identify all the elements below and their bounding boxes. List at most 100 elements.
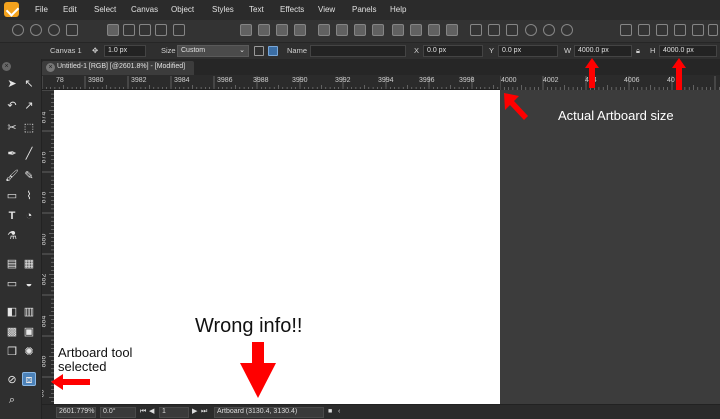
align-left-icon[interactable] (240, 24, 252, 36)
pattern-tool-icon[interactable]: ▩ (5, 325, 19, 339)
boolean-exclude-icon[interactable] (372, 24, 384, 36)
eyedropper-tool-icon[interactable]: ⚗ (5, 229, 19, 243)
group-icon[interactable] (155, 24, 167, 36)
boolean-intersect-icon[interactable] (354, 24, 366, 36)
zoom-in-icon[interactable] (48, 24, 60, 36)
lasso-tool-icon[interactable]: ↶ (5, 99, 19, 113)
app-logo-icon[interactable] (4, 2, 19, 17)
first-page-icon[interactable]: ⏮ (140, 407, 148, 417)
pen-tool-icon[interactable]: ✒ (5, 147, 19, 161)
arrange-front-icon[interactable] (428, 24, 440, 36)
lock-icon[interactable]: 🔒︎ (636, 46, 640, 56)
artboard-name-input[interactable] (310, 45, 406, 57)
stroke-width-field[interactable]: 1.0 px (104, 45, 146, 57)
text-path-tool-icon[interactable]: ◔ (22, 209, 36, 223)
snapping-icon[interactable] (525, 24, 537, 36)
stamp-tool-icon[interactable]: ▣ (22, 325, 36, 339)
width-field[interactable]: 4000.0 px (574, 45, 632, 57)
arrange-back-icon[interactable] (446, 24, 458, 36)
pencil-tool-icon[interactable]: ✎ (22, 169, 36, 183)
add-icon[interactable] (173, 24, 185, 36)
portrait-icon[interactable] (254, 46, 264, 56)
distribute-icon[interactable] (470, 24, 482, 36)
flip-icon[interactable] (107, 24, 119, 36)
align-top-icon[interactable] (294, 24, 306, 36)
lock-status-icon[interactable]: ■ (328, 407, 336, 417)
line-tool-icon[interactable]: ╱ (22, 147, 36, 161)
grid-icon[interactable] (66, 24, 78, 36)
slice-tool-icon[interactable]: ⊘ (5, 373, 19, 387)
selection-info-field[interactable]: Artboard (3130.4, 3130.4) (214, 407, 324, 418)
menu-help[interactable]: Help (390, 5, 406, 14)
zoom-tool-icon[interactable]: ⌕ (5, 393, 19, 407)
boolean-subtract-icon[interactable] (336, 24, 348, 36)
arrange-forward-icon[interactable] (392, 24, 404, 36)
size-label: Size (161, 46, 176, 55)
subselect-tool-icon[interactable]: ↖ (22, 77, 36, 91)
liquify-tool-icon[interactable]: ◒ (22, 277, 36, 291)
artboard-link-icon[interactable] (268, 46, 278, 56)
document-icon[interactable] (139, 24, 151, 36)
library-icon[interactable] (692, 24, 704, 36)
pointer-tool-icon[interactable]: ➤ (5, 77, 19, 91)
zoom-icon[interactable] (12, 24, 24, 36)
edit-icon[interactable] (620, 24, 632, 36)
menu-canvas[interactable]: Canvas (131, 5, 158, 14)
paint-tool-icon[interactable]: ⌇ (22, 189, 36, 203)
gradient-tool-icon[interactable]: ▦ (22, 257, 36, 271)
menu-select[interactable]: Select (94, 5, 116, 14)
menu-view[interactable]: View (318, 5, 335, 14)
zoom-out-icon[interactable] (30, 24, 42, 36)
document-tab[interactable]: × Untitled-1 [RGB] [@2601.8%] - [Modifie… (42, 61, 194, 75)
text-tool-icon[interactable]: T (5, 209, 19, 223)
panel-close-icon[interactable]: × (2, 62, 11, 71)
menu-file[interactable]: File (35, 5, 48, 14)
layers-icon[interactable] (674, 24, 686, 36)
last-page-icon[interactable]: ⏭ (201, 407, 209, 417)
rectangle-tool-icon[interactable]: ▭ (5, 189, 19, 203)
effects-tool-icon[interactable]: ✺ (22, 345, 36, 359)
page-field[interactable]: 1 (159, 407, 189, 418)
close-icon[interactable]: × (46, 63, 55, 72)
collapse-icon[interactable]: ‹ (338, 407, 346, 417)
height-field[interactable]: 4000.0 px (659, 45, 717, 57)
brush-tool-icon[interactable]: 🖌︎ (5, 169, 19, 183)
open-folder-icon[interactable] (123, 24, 135, 36)
menu-panels[interactable]: Panels (352, 5, 376, 14)
pasteboard[interactable] (500, 90, 720, 404)
align-right-icon[interactable] (276, 24, 288, 36)
bounding-box-icon[interactable] (561, 24, 573, 36)
menu-object[interactable]: Object (171, 5, 194, 14)
x-position-field[interactable]: 0.0 px (423, 45, 483, 57)
menu-effects[interactable]: Effects (280, 5, 304, 14)
align-center-icon[interactable] (258, 24, 270, 36)
transform-tool-icon[interactable]: ↗ (22, 99, 36, 113)
fill-tool-icon[interactable]: ▤ (5, 257, 19, 271)
marquee-tool-icon[interactable]: ⬚ (22, 121, 36, 135)
artboard-tool-icon[interactable]: ⧈ (22, 372, 36, 386)
menu-styles[interactable]: Styles (212, 5, 234, 14)
history-icon[interactable] (656, 24, 668, 36)
menu-edit[interactable]: Edit (63, 5, 77, 14)
eraser-tool-icon[interactable]: ▭ (5, 277, 19, 291)
rotate-left-icon[interactable] (488, 24, 500, 36)
size-preset-select[interactable]: Custom ⌄ (177, 45, 249, 57)
settings-icon[interactable] (543, 24, 555, 36)
shapes-tool-icon[interactable]: ❒ (5, 345, 19, 359)
blend-tool-icon[interactable]: ◧ (5, 305, 19, 319)
next-page-icon[interactable]: ▶ (192, 407, 200, 417)
rotate-right-icon[interactable] (506, 24, 518, 36)
clock-icon[interactable] (638, 24, 650, 36)
zoom-field[interactable]: 2601.779% (56, 407, 96, 418)
ruler-label: 876 (42, 151, 48, 164)
prev-page-icon[interactable]: ◀ (149, 407, 157, 417)
y-position-field[interactable]: 0.0 px (498, 45, 558, 57)
rotation-field[interactable]: 0.0° (100, 407, 136, 418)
image-tool-icon[interactable]: ▥ (22, 305, 36, 319)
menu-text[interactable]: Text (249, 5, 264, 14)
crop-tool-icon[interactable]: ✂ (5, 121, 19, 135)
more-icon[interactable] (708, 24, 718, 36)
boolean-union-icon[interactable] (318, 24, 330, 36)
document-tab-title: Untitled-1 [RGB] [@2601.8%] - [Modified] (57, 63, 186, 70)
arrange-backward-icon[interactable] (410, 24, 422, 36)
